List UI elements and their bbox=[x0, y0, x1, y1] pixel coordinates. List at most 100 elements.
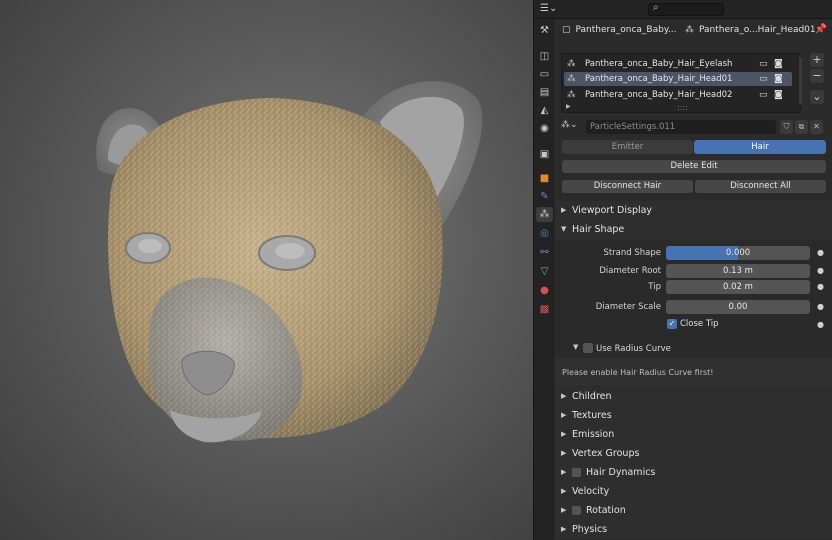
list-item[interactable]: ⁂ Panthera_onca_Baby_Hair_Head01 ▭ ◙ bbox=[564, 72, 792, 86]
keyframe-dot-icon[interactable]: ● bbox=[817, 248, 824, 257]
lion-cub-head-render bbox=[96, 81, 483, 443]
tip-label: Tip bbox=[648, 282, 661, 292]
children-panel[interactable]: ▶ Children bbox=[556, 387, 832, 406]
list-specials-menu-button[interactable]: ⌄ bbox=[810, 90, 824, 104]
object-breadcrumb[interactable]: ▢ Panthera_onca_Baby... bbox=[562, 25, 676, 35]
render-tab[interactable]: ◫ bbox=[536, 49, 553, 64]
diameter-root-field[interactable]: 0.13 m bbox=[666, 264, 810, 278]
diameter-scale-field[interactable]: 0.00 bbox=[666, 300, 810, 314]
camera-icon[interactable]: ◙ bbox=[774, 57, 783, 71]
search-icon: ⌕ bbox=[653, 2, 659, 13]
expanded-arrow-icon: ▼ bbox=[561, 225, 567, 233]
object-tab[interactable]: ■ bbox=[536, 171, 553, 186]
properties-content: ▢ Panthera_onca_Baby... ⁂ Panthera_o...Hai… bbox=[556, 19, 832, 540]
particles-icon: ⁂ bbox=[567, 59, 576, 69]
remove-particle-system-button[interactable]: − bbox=[810, 69, 824, 83]
list-item[interactable]: ⁂ Panthera_onca_Baby_Hair_Eyelash ▭ ◙ bbox=[564, 57, 792, 71]
collapsed-arrow-icon: ▶ bbox=[561, 206, 567, 214]
monitor-icon[interactable]: ▭ bbox=[759, 88, 768, 102]
data-tab[interactable]: ▽ bbox=[536, 264, 553, 279]
hair-shape-panel[interactable]: ▼ Hair Shape bbox=[556, 220, 832, 239]
textures-panel[interactable]: ▶ Textures bbox=[556, 406, 832, 425]
output-tab[interactable]: ▭ bbox=[536, 67, 553, 82]
collapsed-arrow-icon: ▶ bbox=[561, 411, 567, 419]
properties-header: ☰⌄ ⌕ bbox=[534, 0, 832, 19]
hair-shape-body: Strand Shape 0.000 ● Diameter Root 0.13 … bbox=[556, 239, 832, 358]
close-tip-checkbox[interactable]: ✓ bbox=[667, 319, 677, 329]
rotation-checkbox[interactable] bbox=[572, 506, 581, 515]
particle-settings-browse-icon[interactable]: ⁂⌄ bbox=[561, 120, 578, 130]
strand-shape-label: Strand Shape bbox=[603, 248, 661, 258]
strand-shape-slider[interactable]: 0.000 bbox=[666, 246, 810, 260]
particles-icon: ⁂ bbox=[567, 74, 576, 84]
use-radius-curve-label: Use Radius Curve bbox=[596, 344, 671, 354]
delete-edit-button[interactable]: Delete Edit bbox=[562, 160, 826, 173]
list-resize-grip[interactable]: :::: bbox=[677, 103, 688, 112]
tool-tab[interactable]: ⚒ bbox=[536, 23, 553, 38]
duplicate-icon[interactable]: ⧉ bbox=[795, 120, 808, 134]
collapsed-arrow-icon: ▶ bbox=[561, 487, 567, 495]
physics-panel[interactable]: ▶ Physics bbox=[556, 520, 832, 539]
properties-editor: ☰⌄ ⌕ ⚒ ◫ ▭ ▤ ◭ ◉ ▣ ■ ✎ ⁂ ◎ ⚯ ▽ ● ▩ ▢ Pant… bbox=[533, 0, 832, 540]
keyframe-dot-icon[interactable]: ● bbox=[817, 266, 824, 275]
properties-tabs: ⚒ ◫ ▭ ▤ ◭ ◉ ▣ ■ ✎ ⁂ ◎ ⚯ ▽ ● ▩ bbox=[534, 19, 555, 540]
unlink-icon[interactable]: ✕ bbox=[810, 120, 823, 134]
list-scrollbar[interactable] bbox=[799, 57, 802, 105]
keyframe-dot-icon[interactable]: ● bbox=[817, 320, 824, 329]
material-tab[interactable]: ● bbox=[536, 283, 553, 298]
search-input[interactable]: ⌕ bbox=[648, 2, 724, 16]
particles-icon: ⁂ bbox=[685, 25, 694, 35]
use-radius-curve-checkbox[interactable] bbox=[583, 343, 593, 353]
particles-tab[interactable]: ⁂ bbox=[536, 207, 553, 222]
collapsed-arrow-icon: ▶ bbox=[561, 449, 567, 457]
scene-tab[interactable]: ◭ bbox=[536, 103, 553, 118]
editor-type-icon[interactable]: ☰⌄ bbox=[540, 3, 560, 15]
object-icon: ▢ bbox=[562, 25, 571, 35]
emission-panel[interactable]: ▶ Emission bbox=[556, 425, 832, 444]
particles-icon: ⁂ bbox=[567, 90, 576, 100]
diameter-root-label: Diameter Root bbox=[599, 266, 661, 276]
context-breadcrumb: ▢ Panthera_onca_Baby... ⁂ Panthera_o...Hai… bbox=[556, 19, 832, 43]
fake-user-shield-icon[interactable]: ⛉ bbox=[780, 120, 793, 134]
camera-icon[interactable]: ◙ bbox=[774, 88, 783, 102]
rotation-panel[interactable]: ▶ Rotation bbox=[556, 501, 832, 520]
view-layer-tab[interactable]: ▤ bbox=[536, 85, 553, 100]
radius-curve-message: Please enable Hair Radius Curve first! bbox=[562, 368, 714, 377]
hair-dynamics-checkbox[interactable] bbox=[572, 468, 581, 477]
monitor-icon[interactable]: ▭ bbox=[759, 72, 768, 86]
collapsed-arrow-icon: ▶ bbox=[561, 468, 567, 476]
hair-type-button[interactable]: Hair bbox=[694, 140, 826, 154]
collapsed-arrow-icon: ▶ bbox=[561, 430, 567, 438]
radius-curve-subpanel: Please enable Hair Radius Curve first! bbox=[556, 358, 832, 386]
monitor-icon[interactable]: ▭ bbox=[759, 57, 768, 71]
camera-icon[interactable]: ◙ bbox=[774, 72, 783, 86]
expand-arrow-icon[interactable]: ▶ bbox=[566, 103, 571, 110]
constraints-tab[interactable]: ⚯ bbox=[536, 245, 553, 260]
particle-settings-selector: ⁂⌄ ParticleSettings.011 ⛉ ⧉ ✕ bbox=[561, 120, 823, 134]
keyframe-dot-icon[interactable]: ● bbox=[817, 282, 824, 291]
close-tip-label: Close Tip bbox=[680, 319, 719, 329]
3d-viewport[interactable] bbox=[0, 0, 533, 540]
disconnect-all-button[interactable]: Disconnect All bbox=[695, 180, 826, 193]
keyframe-dot-icon[interactable]: ● bbox=[817, 302, 824, 311]
world-tab[interactable]: ◉ bbox=[536, 121, 553, 136]
particle-settings-name-field[interactable]: ParticleSettings.011 bbox=[586, 120, 776, 134]
disconnect-hair-button[interactable]: Disconnect Hair bbox=[562, 180, 693, 193]
physics-tab[interactable]: ◎ bbox=[536, 226, 553, 241]
list-item[interactable]: ⁂ Panthera_onca_Baby_Hair_Head02 ▭ ◙ bbox=[564, 88, 792, 102]
emitter-type-button[interactable]: Emitter bbox=[562, 140, 693, 154]
hair-dynamics-panel[interactable]: ▶ Hair Dynamics bbox=[556, 463, 832, 482]
collection-tab[interactable]: ▣ bbox=[536, 147, 553, 162]
velocity-panel[interactable]: ▶ Velocity bbox=[556, 482, 832, 501]
texture-tab[interactable]: ▩ bbox=[536, 302, 553, 317]
tip-diameter-field[interactable]: 0.02 m bbox=[666, 280, 810, 294]
add-particle-system-button[interactable]: + bbox=[810, 53, 824, 67]
diameter-scale-label: Diameter Scale bbox=[595, 302, 661, 312]
vertex-groups-panel[interactable]: ▶ Vertex Groups bbox=[556, 444, 832, 463]
radius-curve-arrow-icon[interactable]: ▼ bbox=[573, 343, 578, 351]
particle-system-breadcrumb[interactable]: ⁂ Panthera_o...Hair_Head01 bbox=[685, 25, 816, 35]
collapsed-arrow-icon: ▶ bbox=[561, 392, 567, 400]
viewport-display-panel[interactable]: ▶ Viewport Display bbox=[556, 201, 832, 220]
modifier-tab[interactable]: ✎ bbox=[536, 189, 553, 204]
pin-icon[interactable]: 📌 bbox=[815, 24, 827, 35]
